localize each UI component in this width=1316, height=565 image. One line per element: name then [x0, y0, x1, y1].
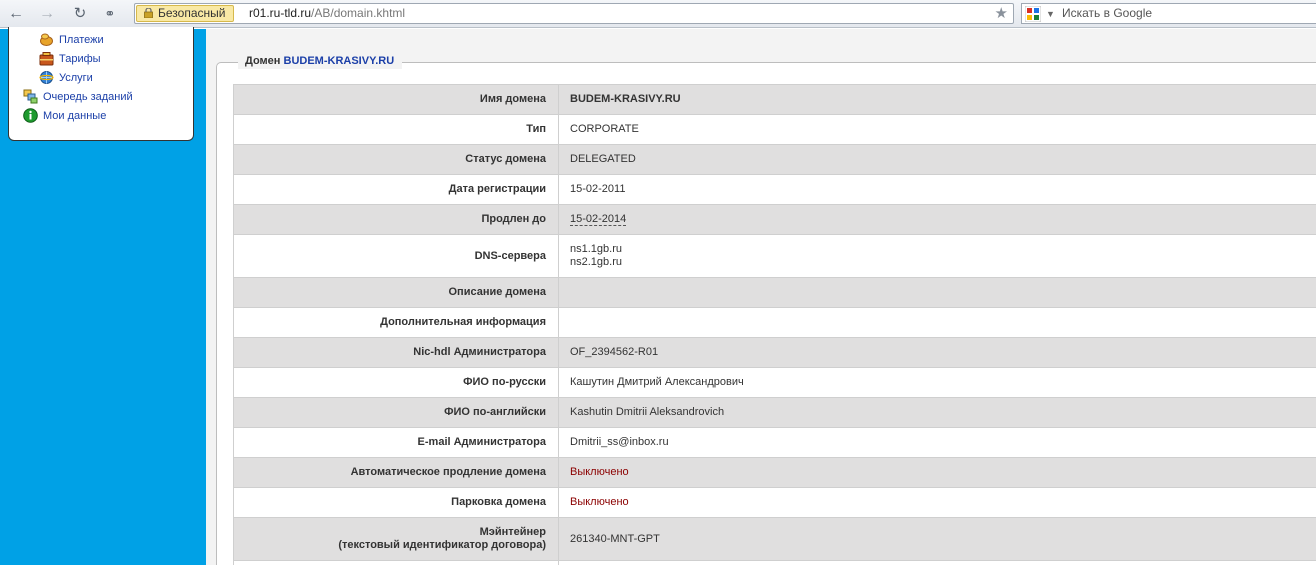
- row-value: [558, 307, 1316, 338]
- maintainer-label: Мэйнтейнер: [479, 526, 546, 538]
- key-icon[interactable]: ⚭: [100, 4, 120, 24]
- row-value: 261340-MNT-GPT: [558, 517, 1316, 561]
- row-label: Описание домена: [233, 277, 559, 308]
- lock-icon: [144, 8, 153, 18]
- row-value: Dmitrii_ss@inbox.ru: [558, 427, 1316, 458]
- row-value: Kashutin Dmitrii Aleksandrovich: [558, 397, 1316, 428]
- row-value: DELEGATED: [558, 144, 1316, 175]
- legend-domain-name: BUDEM-KRASIVY.RU: [283, 55, 395, 67]
- table-row: Nic-hdl Администратора OF_2394562-R01: [233, 337, 1316, 368]
- info-icon: [23, 108, 38, 123]
- table-row: Парковка домена Выключено: [233, 487, 1316, 518]
- reload-icon[interactable]: ↻: [70, 4, 90, 24]
- row-label: Nic-hdl Администратора: [233, 337, 559, 368]
- table-row: Имя домена BUDEM-KRASIVY.RU: [233, 84, 1316, 115]
- table-row: Тип CORPORATE: [233, 114, 1316, 145]
- table-row: Продлен до 15-02-2014: [233, 204, 1316, 235]
- row-label: Дата регистрации: [233, 174, 559, 205]
- row-label: [233, 560, 559, 565]
- google-icon: [1025, 6, 1041, 22]
- domain-info-table: Имя домена BUDEM-KRASIVY.RU Тип CORPORAT…: [233, 84, 1316, 565]
- row-value: Кашутин Дмитрий Александрович: [558, 367, 1316, 398]
- row-label: Статус домена: [233, 144, 559, 175]
- main-content: Домен BUDEM-KRASIVY.RU Имя домена BUDEM-…: [206, 29, 1316, 565]
- row-value: [558, 560, 1316, 565]
- security-label: Безопасный: [158, 6, 226, 20]
- back-arrow-icon[interactable]: ←: [6, 4, 26, 24]
- row-value: BUDEM-KRASIVY.RU: [558, 84, 1316, 115]
- row-label: Имя домена: [233, 84, 559, 115]
- row-value: 15-02-2011: [558, 174, 1316, 205]
- url-text[interactable]: r01.ru-tld.ru/AB/domain.khtml: [249, 5, 405, 22]
- row-value: 15-02-2014: [558, 204, 1316, 235]
- task-queue-icon: [23, 89, 38, 104]
- search-placeholder[interactable]: Искать в Google: [1062, 4, 1152, 23]
- url-host: r01.ru-tld.ru: [249, 6, 312, 20]
- row-label: Парковка домена: [233, 487, 559, 518]
- table-row: Описание домена: [233, 277, 1316, 308]
- forward-arrow-icon[interactable]: →: [37, 4, 57, 24]
- renewal-date[interactable]: 15-02-2014: [570, 213, 627, 226]
- table-row: Дата регистрации 15-02-2011: [233, 174, 1316, 205]
- maintainer-sublabel: (текстовый идентификатор договора): [338, 539, 546, 551]
- sidebar-item-label: Тарифы: [59, 53, 101, 65]
- payments-icon: [40, 33, 53, 46]
- dns-server: ns2.1gb.ru: [570, 256, 622, 268]
- tariffs-icon: [39, 52, 54, 66]
- row-label: Тип: [233, 114, 559, 145]
- table-row: DNS-сервера ns1.1gb.ru ns2.1gb.ru: [233, 234, 1316, 278]
- table-row: ФИО по-английски Kashutin Dmitrii Aleksa…: [233, 397, 1316, 428]
- sidebar-item-label: Очередь заданий: [43, 91, 133, 103]
- table-row: ФИО по-русски Кашутин Дмитрий Александро…: [233, 367, 1316, 398]
- row-label: E-mail Администратора: [233, 427, 559, 458]
- row-label: Мэйнтейнер (текстовый идентификатор дого…: [233, 517, 559, 561]
- search-engine-dropdown-icon[interactable]: ▼: [1046, 6, 1055, 22]
- search-box[interactable]: ▼ Искать в Google: [1021, 3, 1316, 24]
- legend-prefix: Домен: [245, 55, 281, 67]
- row-value: ns1.1gb.ru ns2.1gb.ru: [558, 234, 1316, 278]
- row-label: Автоматическое продление домена: [233, 457, 559, 488]
- table-row: Автоматическое продление домена Выключен…: [233, 457, 1316, 488]
- table-row: [233, 560, 1316, 565]
- table-row: Дополнительная информация: [233, 307, 1316, 338]
- browser-toolbar: ← → ↻ ⚭ Безопасный r01.ru-tld.ru/AB/doma…: [0, 0, 1316, 28]
- table-row: E-mail Администратора Dmitrii_ss@inbox.r…: [233, 427, 1316, 458]
- row-label: Продлен до: [233, 204, 559, 235]
- row-label: Дополнительная информация: [233, 307, 559, 338]
- dns-server: ns1.1gb.ru: [570, 243, 622, 255]
- domain-panel-title: Домен BUDEM-KRASIVY.RU: [238, 53, 403, 69]
- row-value: [558, 277, 1316, 308]
- security-indicator[interactable]: Безопасный: [136, 5, 235, 22]
- sidebar-item-label: Мои данные: [43, 110, 107, 122]
- sidebar-menu: Платежи Тарифы Услуги Очередь заданий Мо…: [8, 27, 194, 141]
- row-value: OF_2394562-R01: [558, 337, 1316, 368]
- row-value: Выключено: [558, 487, 1316, 518]
- services-icon: [39, 71, 54, 84]
- table-row: Статус домена DELEGATED: [233, 144, 1316, 175]
- row-value: CORPORATE: [558, 114, 1316, 145]
- bookmark-star-icon[interactable]: ★: [995, 4, 1008, 23]
- address-bar[interactable]: Безопасный r01.ru-tld.ru/AB/domain.khtml…: [134, 3, 1014, 24]
- sidebar-item-label: Платежи: [59, 34, 104, 46]
- sidebar-item-label: Услуги: [59, 72, 93, 84]
- left-sidebar: Платежи Тарифы Услуги Очередь заданий Мо…: [0, 27, 206, 565]
- row-label: DNS-сервера: [233, 234, 559, 278]
- row-label: ФИО по-русски: [233, 367, 559, 398]
- row-value: Выключено: [558, 457, 1316, 488]
- url-path: /AB/domain.khtml: [311, 6, 406, 20]
- table-row: Мэйнтейнер (текстовый идентификатор дого…: [233, 517, 1316, 561]
- row-label: ФИО по-английски: [233, 397, 559, 428]
